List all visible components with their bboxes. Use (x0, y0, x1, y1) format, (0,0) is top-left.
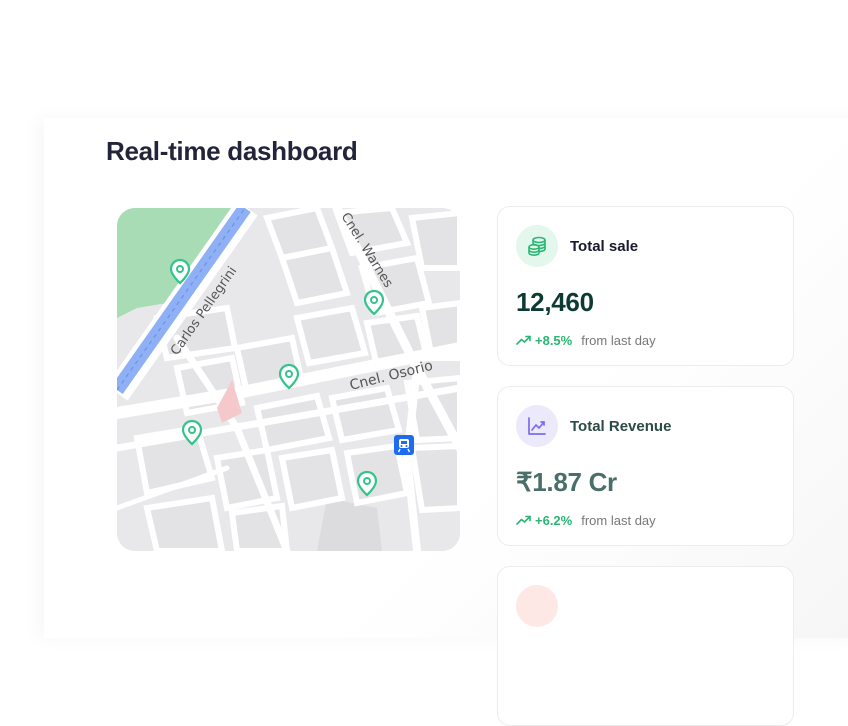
chart-line-icon (516, 405, 558, 447)
train-station-icon[interactable] (394, 435, 414, 455)
stat-icon (516, 585, 558, 627)
total-sale-caption: from last day (581, 333, 656, 348)
total-sale-value: 12,460 (516, 287, 594, 317)
trending-up-icon (516, 513, 531, 528)
total-revenue-change: +6.2% (535, 513, 573, 528)
trending-up-icon (516, 333, 531, 348)
total-sale-label: Total sale (570, 238, 639, 255)
map-widget[interactable]: Carlos Pellegrini Cnel. Warnes Cnel. Oso… (117, 208, 460, 551)
total-sale-trend: +8.5% from last day (516, 333, 656, 348)
total-sale-card[interactable]: Total sale 12,460 +8.5% from last day (497, 206, 794, 366)
total-revenue-value: ₹1.87 Cr (516, 467, 617, 497)
third-stat-card[interactable] (497, 566, 794, 726)
coins-icon (516, 225, 558, 267)
page-title: Real-time dashboard (106, 136, 358, 166)
total-revenue-label: Total Revenue (570, 418, 672, 435)
total-sale-change: +8.5% (535, 333, 573, 348)
total-revenue-card[interactable]: Total Revenue ₹1.87 Cr +6.2% from last d… (497, 386, 794, 546)
total-revenue-trend: +6.2% from last day (516, 513, 656, 528)
map-canvas[interactable]: Carlos Pellegrini Cnel. Warnes Cnel. Oso… (117, 208, 460, 551)
total-revenue-caption: from last day (581, 513, 656, 528)
